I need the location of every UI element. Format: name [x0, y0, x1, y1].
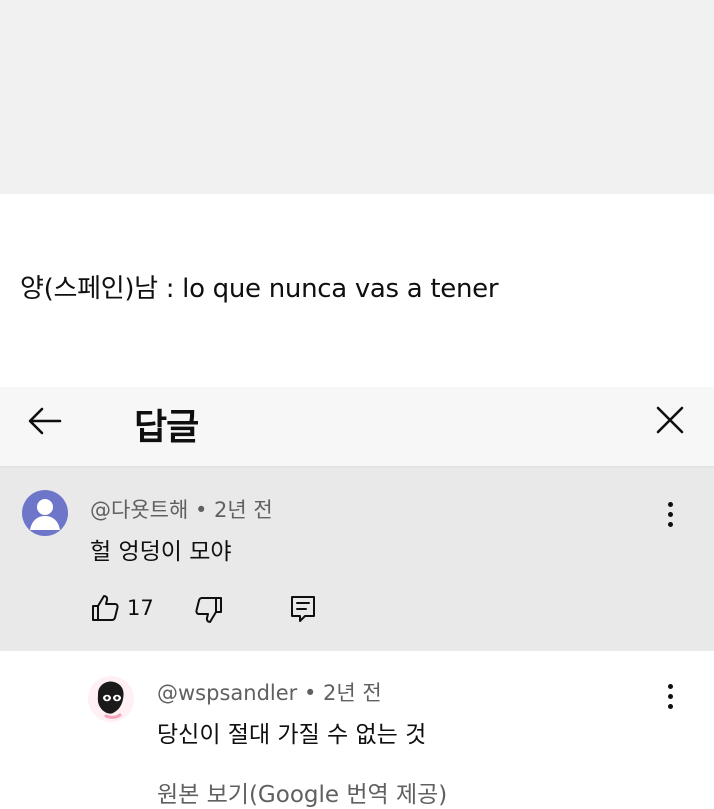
profile-picture: [97, 681, 124, 719]
comment-author[interactable]: @다욧트해: [90, 498, 188, 522]
thumbs-down-icon[interactable]: [194, 595, 224, 625]
reply-icon[interactable]: [288, 594, 318, 624]
comment-author[interactable]: @wspsandler: [157, 681, 297, 705]
thumbs-up-icon[interactable]: [90, 593, 120, 623]
like-count: 17: [127, 596, 154, 620]
replies-header: [0, 387, 714, 468]
more-options-icon[interactable]: [665, 684, 675, 714]
comment-meta: @wspsandler • 2년 전: [157, 677, 382, 707]
comment-meta: @다욧트해 • 2년 전: [90, 494, 273, 524]
comment-time: 2년 전: [214, 498, 273, 522]
comment-body: 헐 엉덩이 모야: [90, 539, 232, 565]
meta-separator: •: [303, 681, 324, 705]
avatar[interactable]: [22, 490, 68, 536]
page-title: 답글: [134, 407, 199, 448]
avatar[interactable]: [88, 676, 134, 722]
more-options-icon[interactable]: [665, 502, 675, 532]
top-blank-area: [0, 0, 714, 194]
comment-time: 2년 전: [323, 681, 382, 705]
comment-body: 당신이 절대 가질 수 없는 것: [157, 722, 427, 748]
meta-separator: •: [194, 498, 215, 522]
arrow-left-icon[interactable]: [26, 402, 64, 440]
see-original-link[interactable]: 원본 보기(Google 번역 제공): [157, 775, 447, 809]
user-silhouette-icon: [30, 499, 60, 530]
caption-text: 양(스페인)남 : lo que nunca vas a tener: [20, 274, 499, 304]
close-icon[interactable]: [652, 402, 688, 438]
